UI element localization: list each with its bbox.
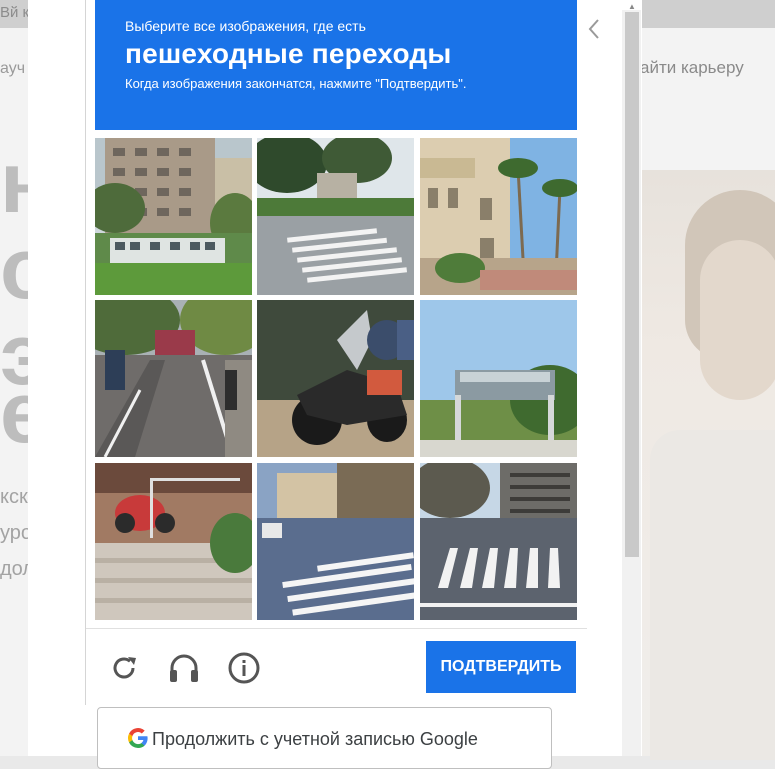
- captcha-footer-divider: [86, 628, 587, 629]
- captcha-tile-7[interactable]: [95, 463, 252, 620]
- google-logo-icon: [128, 728, 148, 748]
- bg-nav-left: ауч: [0, 60, 26, 77]
- headphones-icon[interactable]: [166, 650, 202, 686]
- captcha-tile-6[interactable]: [420, 300, 577, 457]
- bg-nav-career-link: айти карьеру: [640, 58, 744, 77]
- captcha-hint: Когда изображения закончатся, нажмите "П…: [125, 76, 467, 91]
- scrollbar-thumb[interactable]: [625, 12, 639, 557]
- captcha-tile-2[interactable]: [257, 138, 414, 295]
- continue-with-google-label: Продолжить с учетной записью Google: [152, 729, 478, 749]
- verify-button[interactable]: ПОДТВЕРДИТЬ: [426, 641, 576, 693]
- captcha-tile-8[interactable]: [257, 463, 414, 620]
- captcha-target: пешеходные переходы: [125, 38, 452, 69]
- captcha-header: Выберите все изображения, где есть пешех…: [95, 0, 577, 130]
- info-icon[interactable]: [226, 650, 262, 686]
- scroll-up-arrow-icon[interactable]: ▲: [628, 2, 636, 11]
- bg-person-image: [640, 170, 775, 760]
- bg-text-line-1: кск: [0, 486, 28, 508]
- captcha-tile-1[interactable]: [95, 138, 252, 295]
- captcha-tile-5[interactable]: [257, 300, 414, 457]
- reload-icon[interactable]: [106, 650, 142, 686]
- captcha-tile-3[interactable]: [420, 138, 577, 295]
- captcha-tile-9[interactable]: [420, 463, 577, 620]
- captcha-tile-4[interactable]: [95, 300, 252, 457]
- captcha-instruction: Выберите все изображения, где есть: [125, 18, 366, 34]
